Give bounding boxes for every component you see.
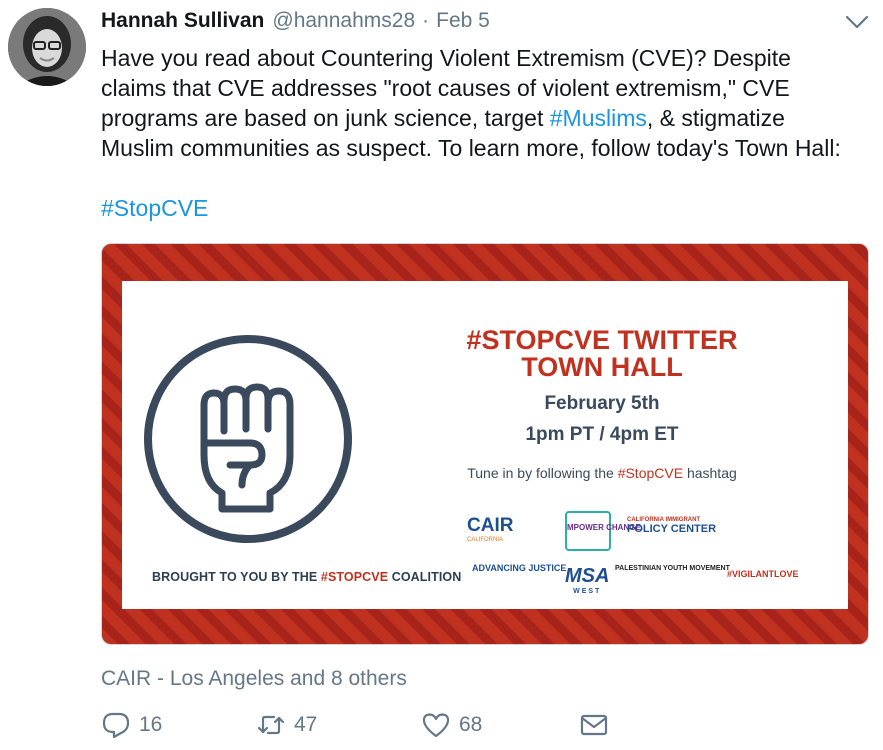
logo-cipc-name: POLICY CENTER: [627, 523, 717, 535]
logo-palestinian-youth-movement: PALESTINIAN YOUTH MOVEMENT: [615, 565, 730, 572]
logo-msa-name: MSA: [565, 565, 610, 587]
avatar-photo: [8, 8, 86, 86]
logo-california-immigrant-policy-center: CALIFORNIA IMMIGRANT POLICY CENTER: [627, 517, 716, 535]
retweet-icon: [257, 715, 285, 735]
header-separator: ·: [422, 9, 430, 32]
coalition-credit-hashtag: #STOPCVE: [320, 570, 389, 584]
tweet-text-line: claims that CVE addresses "root causes o…: [101, 75, 790, 101]
tweet-text-line: programs are based on junk science, targ…: [101, 103, 861, 133]
event-title-line: TOWN HALL: [521, 352, 683, 382]
tweet-date[interactable]: Feb 5: [436, 9, 490, 33]
fist-icon: [144, 335, 352, 543]
logo-advancing-justice: ADVANCING JUSTICE: [472, 563, 567, 573]
like-button[interactable]: 68: [421, 707, 482, 743]
social-context[interactable]: CAIR - Los Angeles and 8 others: [101, 667, 407, 691]
author-handle[interactable]: @hannahms28: [272, 9, 415, 33]
direct-message-button[interactable]: [579, 707, 609, 743]
tune-in-prefix: Tune in by following the: [467, 465, 618, 481]
card-content: BROUGHT TO YOU BY THE #STOPCVE COALITION…: [122, 281, 848, 609]
avatar[interactable]: [8, 8, 86, 86]
logo-msa-sub: WEST: [573, 588, 602, 595]
author-name[interactable]: Hannah Sullivan: [101, 9, 264, 33]
paragraph-break: [101, 163, 861, 193]
hashtag-link-stopcve[interactable]: #StopCVE: [101, 193, 861, 223]
direct-message-icon: [580, 714, 608, 736]
event-title: #STOPCVE TWITTER TOWN HALL: [422, 327, 782, 381]
reply-icon: [102, 712, 130, 739]
tweet-text-line: Have you read about Countering Violent E…: [101, 45, 791, 71]
logo-cair-name: CAIR: [467, 515, 514, 536]
like-count: 68: [459, 713, 483, 736]
event-title-line: #STOPCVE TWITTER: [466, 325, 738, 355]
event-time: 1pm PT / 4pm ET: [525, 424, 679, 445]
chevron-down-icon[interactable]: [843, 10, 871, 34]
coalition-credit: BROUGHT TO YOU BY THE #STOPCVE COALITION: [152, 570, 461, 584]
tweet-text-segment: programs are based on junk science, targ…: [101, 105, 550, 131]
logo-msa-west: MSA WEST: [565, 565, 609, 595]
logo-vigilant-love: #VIGILANTLOVE: [727, 569, 799, 579]
coalition-credit-suffix: COALITION: [388, 570, 462, 584]
reply-count: 16: [139, 713, 163, 736]
tweet-text: Have you read about Countering Violent E…: [101, 43, 861, 223]
tune-in-hashtag: #StopCVE: [617, 465, 684, 481]
logo-cair-sub: CALIFORNIA: [467, 537, 504, 543]
tune-in-text: Tune in by following the #StopCVE hashta…: [422, 465, 782, 481]
tune-in-suffix: hashtag: [683, 465, 737, 481]
hashtag-link-muslims[interactable]: #Muslims: [550, 105, 647, 131]
logo-cair: CAIR CALIFORNIA: [467, 515, 513, 543]
tweet-text-segment: , & stigmatize: [646, 105, 785, 131]
coalition-credit-prefix: BROUGHT TO YOU BY THE: [152, 570, 321, 584]
reply-button[interactable]: 16: [101, 707, 162, 743]
media-card[interactable]: BROUGHT TO YOU BY THE #STOPCVE COALITION…: [101, 243, 869, 645]
like-icon: [422, 713, 450, 738]
retweet-button[interactable]: 47: [256, 707, 317, 743]
tweet-header: Hannah Sullivan @hannahms28 · Feb 5: [101, 9, 490, 39]
retweet-count: 47: [294, 713, 318, 736]
event-date: February 5th: [544, 393, 660, 414]
logo-mpower-change: MPOWER CHANGE: [565, 511, 641, 551]
tweet-text-line: Muslim communities as suspect. To learn …: [101, 135, 841, 161]
action-bar: 16 47 68: [101, 707, 621, 743]
